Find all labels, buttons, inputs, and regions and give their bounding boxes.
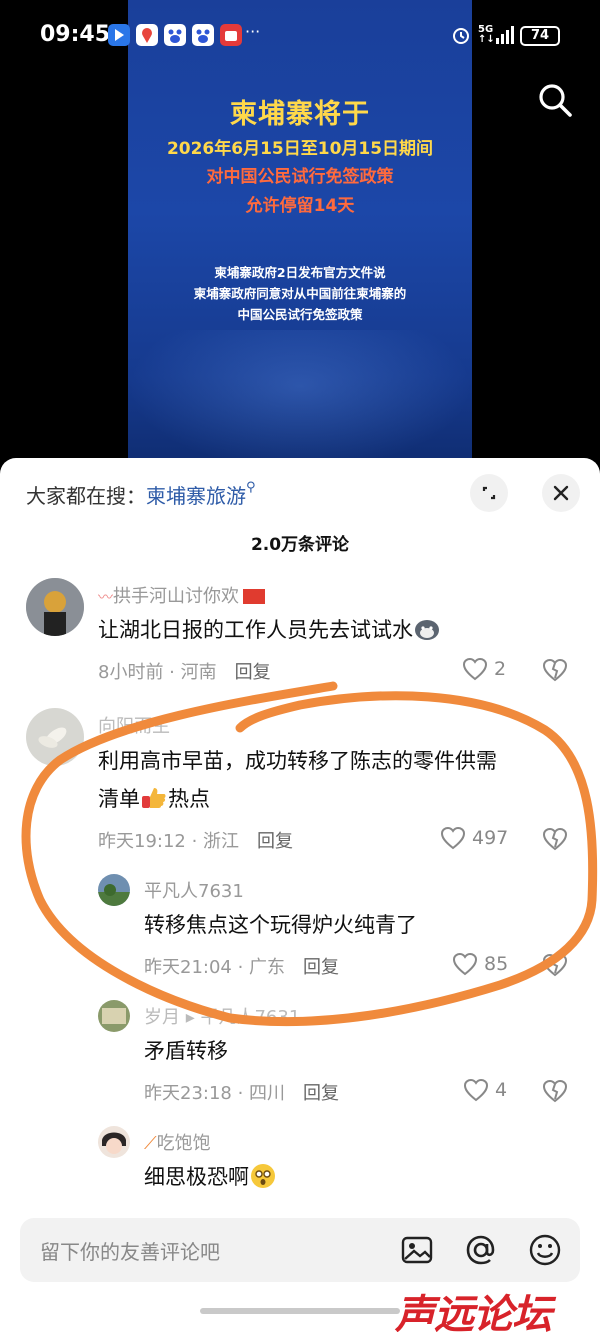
alarm-icon: [453, 28, 469, 44]
suggest-label: 大家都在搜：: [26, 484, 146, 508]
search-icon[interactable]: [535, 80, 575, 120]
close-button[interactable]: [542, 474, 580, 512]
comment-text-line2: 清单 热点: [98, 785, 210, 811]
heart-icon: [440, 826, 466, 850]
expand-icon: [482, 486, 496, 500]
reply-button[interactable]: 回复: [257, 831, 293, 852]
comment-meta: 昨天23:18 · 四川 回复: [144, 1083, 340, 1104]
like-button[interactable]: 2: [462, 657, 506, 681]
dislike-icon[interactable]: [542, 1078, 568, 1104]
comment-username[interactable]: 向阳而生: [98, 712, 170, 738]
emoji-icon[interactable]: [528, 1233, 562, 1267]
comment-meta: 昨天21:04 · 广东 回复: [144, 957, 340, 978]
comment-input-placeholder[interactable]: 留下你的友善评论吧: [40, 1236, 220, 1265]
poster-title: 柬埔寨将于: [230, 99, 370, 130]
baidu-notification-icon-2: [192, 24, 214, 46]
comment-username[interactable]: 〰拱手河山讨你欢: [98, 582, 266, 608]
poster-glow: [128, 330, 472, 470]
poster-text-1: 柬埔寨政府2日发布官方文件说: [214, 265, 386, 280]
poster-text-3: 中国公民试行免签政策: [237, 307, 363, 322]
shocked-emoji-icon: [249, 1163, 277, 1189]
avatar[interactable]: [98, 874, 130, 906]
mention-icon[interactable]: [464, 1233, 498, 1267]
reply-button[interactable]: 回复: [303, 1083, 339, 1104]
signal-icon: [496, 26, 514, 44]
heart-icon: [463, 1078, 489, 1102]
poster-date-line: 2026年6月15日至10月15日期间: [166, 139, 434, 159]
avatar[interactable]: [26, 578, 84, 636]
avatar[interactable]: [26, 708, 84, 766]
avatar[interactable]: [98, 1126, 130, 1158]
app-notification-icon: [108, 24, 130, 46]
shopping-notification-icon: [220, 24, 242, 46]
comment-username[interactable]: 平凡人7631: [144, 877, 244, 903]
poster-policy-line: 对中国公民试行免签政策: [206, 167, 394, 187]
like-button[interactable]: 4: [463, 1078, 507, 1102]
comment-username[interactable]: ⟋吃饱饱: [144, 1129, 211, 1155]
forum-watermark: 声远论坛: [395, 1292, 552, 1332]
comment-text: 让湖北日报的工作人员先去试试水: [98, 614, 441, 646]
like-count: 85: [484, 953, 509, 975]
comment-text: 利用高市早苗，成功转移了陈志的零件供需: [98, 749, 497, 773]
flag-icon: [243, 589, 266, 604]
image-icon[interactable]: [400, 1233, 434, 1267]
dislike-icon[interactable]: [542, 657, 568, 683]
comment-meta: 8小时前 · 河南 回复: [98, 662, 271, 683]
home-indicator[interactable]: [200, 1308, 400, 1314]
dislike-icon[interactable]: [542, 952, 568, 978]
like-count: 4: [495, 1079, 508, 1101]
poster-text-2: 柬埔寨政府同意对从中国前往柬埔寨的: [193, 286, 407, 301]
expand-button[interactable]: [470, 474, 508, 512]
rainbow-icon: 〰: [98, 588, 114, 606]
status-bar: 09:45 ··· 5G ↑↓ 74: [0, 0, 600, 72]
comment-meta: 昨天19:12 · 浙江 回复: [98, 831, 294, 852]
status-time: 09:45: [40, 22, 111, 47]
reply-button[interactable]: 回复: [235, 662, 271, 683]
comment-sheet: 大家都在搜：柬埔寨旅游⚲ 2.0万条评论 〰拱手河山讨你欢 让湖北日报的工作人员…: [0, 458, 600, 1332]
comment-text: 转移焦点这个玩得炉火纯青了: [144, 913, 417, 937]
comment-text: 矛盾转移: [144, 1039, 228, 1063]
like-button[interactable]: 85: [452, 952, 508, 976]
comment-username[interactable]: 岁月 ▸ 平凡人7631: [144, 1003, 300, 1029]
carrot-icon: ⟋: [144, 1133, 157, 1154]
map-notification-icon: [136, 24, 158, 46]
reply-button[interactable]: 回复: [303, 957, 339, 978]
comment-input-bar[interactable]: 留下你的友善评论吧: [20, 1218, 580, 1282]
like-count: 497: [472, 827, 509, 849]
comment-count: 2.0万条评论: [250, 535, 350, 555]
like-button[interactable]: 497: [440, 826, 508, 850]
dog-emoji-icon: [413, 616, 441, 642]
battery-indicator: 74: [520, 26, 560, 46]
close-icon: [553, 485, 569, 501]
suggest-search-icon: ⚲: [246, 480, 256, 495]
heart-icon: [452, 952, 478, 976]
poster-stay-line: 允许停留14天: [245, 196, 355, 216]
like-count: 2: [494, 658, 507, 680]
dislike-icon[interactable]: [542, 826, 568, 852]
thumbs-up-emoji-icon: [140, 785, 168, 811]
search-suggestion[interactable]: 大家都在搜：柬埔寨旅游⚲: [26, 480, 256, 509]
avatar[interactable]: [98, 1000, 130, 1032]
more-notifications-icon: ···: [245, 22, 261, 41]
heart-icon: [462, 657, 488, 681]
baidu-notification-icon: [164, 24, 186, 46]
network-type: 5G ↑↓: [478, 24, 495, 45]
comment-text: 细思极恐啊: [144, 1161, 277, 1193]
suggest-keyword[interactable]: 柬埔寨旅游: [146, 484, 246, 508]
